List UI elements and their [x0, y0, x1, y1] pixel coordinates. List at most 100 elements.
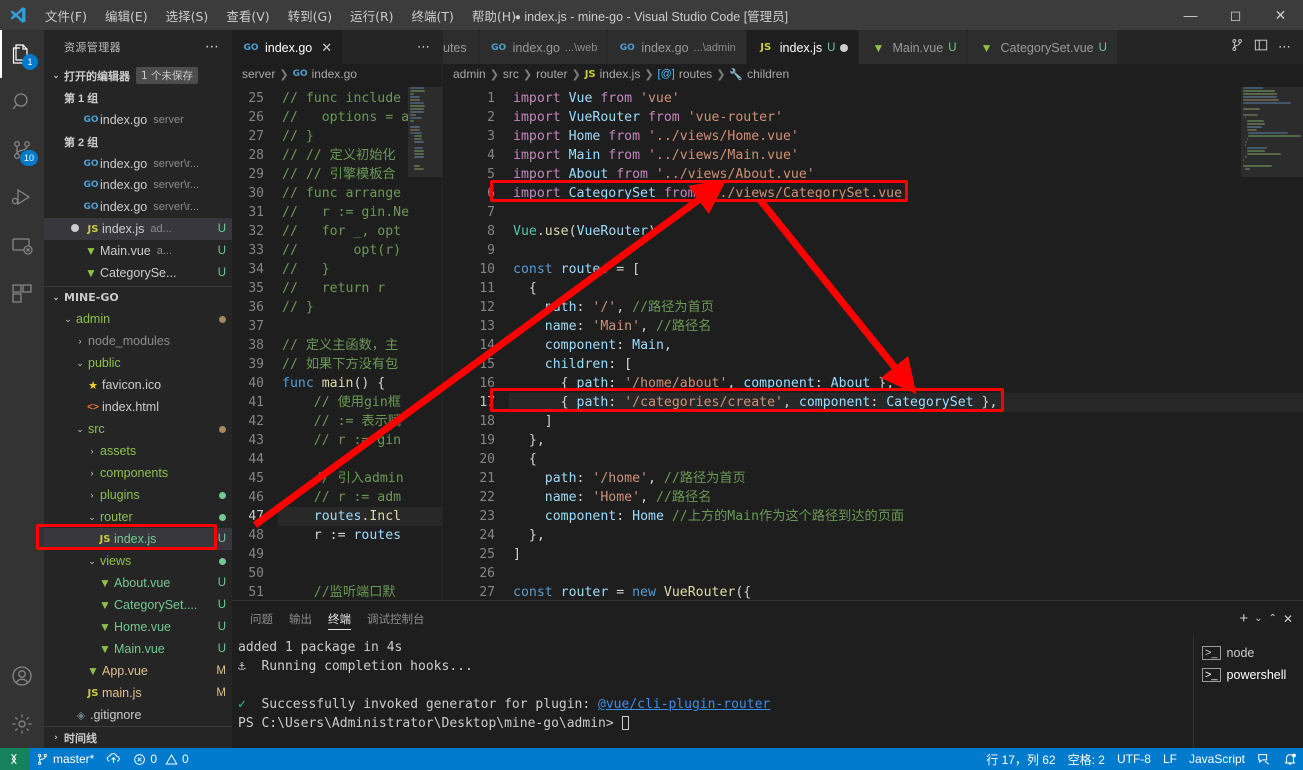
- minimap-right[interactable]: [1241, 85, 1303, 600]
- tab-index-go-web[interactable]: GO index.go ...\web: [479, 30, 609, 64]
- code-line[interactable]: {: [509, 450, 1303, 469]
- panel-tab-output[interactable]: 输出: [281, 601, 320, 636]
- tree-file-About.vue[interactable]: ▼ About.vue U: [44, 572, 232, 594]
- activity-extensions-icon[interactable]: [0, 270, 44, 318]
- code-line[interactable]: import Home from '../views/Home.vue': [509, 127, 1303, 146]
- tree-file-.gitignore[interactable]: ◈ .gitignore: [44, 704, 232, 726]
- window-controls[interactable]: — ◻ ✕: [1168, 0, 1303, 30]
- tree-folder-public[interactable]: ⌄ public: [44, 352, 232, 374]
- open-editor-item-categoryset-vue[interactable]: ▼ CategorySe... U: [44, 262, 232, 284]
- activity-search-icon[interactable]: [0, 78, 44, 126]
- status-remote-button[interactable]: [0, 748, 30, 770]
- status-cursor-position[interactable]: 行 17，列 62: [980, 748, 1061, 770]
- maximize-panel-icon[interactable]: ⌃: [1269, 613, 1277, 624]
- code-line[interactable]: [509, 564, 1303, 583]
- open-editor-item-index-js[interactable]: JS index.js ad... U: [44, 218, 232, 241]
- breadcrumb-item-children[interactable]: 🔧 children: [729, 67, 789, 81]
- panel-tab-terminal[interactable]: 终端: [320, 601, 359, 636]
- breadcrumb-item-admin[interactable]: admin: [453, 67, 486, 81]
- menu-terminal[interactable]: 终端(T): [403, 3, 463, 28]
- menu-run[interactable]: 运行(R): [341, 3, 402, 28]
- tab-index-go[interactable]: GO index.go ✕: [232, 30, 344, 64]
- code-editor-right[interactable]: 1 2 3 4 5 6 7 8 9 10 11 12 13 14 15 16 17 18 19 20 21 22 23 24 2…: [443, 85, 1303, 600]
- tree-file-index.js[interactable]: JS index.js U: [44, 528, 232, 551]
- panel-tab-problems[interactable]: 问题: [242, 601, 281, 636]
- status-indentation[interactable]: 空格: 2: [1062, 748, 1111, 770]
- tree-file-main.js[interactable]: JS main.js M: [44, 682, 232, 704]
- add-terminal-icon[interactable]: +: [1239, 610, 1248, 627]
- section-workspace[interactable]: ⌄ MINE-GO: [44, 286, 232, 308]
- tree-folder-views[interactable]: ⌄ views: [44, 550, 232, 572]
- status-problems[interactable]: 0 0: [127, 748, 194, 770]
- code-line[interactable]: {: [509, 279, 1303, 298]
- open-editors-group-2[interactable]: 第 2 组: [44, 131, 232, 153]
- tree-folder-assets[interactable]: › assets: [44, 440, 232, 462]
- minimap-slider[interactable]: [408, 86, 442, 177]
- tree-file-Home.vue[interactable]: ▼ Home.vue U: [44, 616, 232, 638]
- code-line[interactable]: const routes = [: [509, 260, 1303, 279]
- menu-edit[interactable]: 编辑(E): [96, 3, 157, 28]
- section-timeline[interactable]: › 时间线: [44, 726, 232, 748]
- code-line[interactable]: },: [509, 526, 1303, 545]
- breadcrumb-item-src[interactable]: src: [503, 67, 519, 81]
- code-line[interactable]: [509, 203, 1303, 222]
- activity-remote-explorer-icon[interactable]: [0, 222, 44, 270]
- open-editors-group-1[interactable]: 第 1 组: [44, 87, 232, 109]
- close-button[interactable]: ✕: [1258, 0, 1303, 30]
- tab-clipped[interactable]: utes: [443, 30, 480, 64]
- menu-bar[interactable]: 文件(F) 编辑(E) 选择(S) 查看(V) 转到(G) 运行(R) 终端(T…: [36, 3, 525, 28]
- open-editor-item-main-vue[interactable]: ▼ Main.vue a... U: [44, 240, 232, 262]
- code-editor-left[interactable]: 25 26 27 28 29 30 31 32 33 34 35 36 37 38 39 40 41 42 43 44…: [232, 85, 442, 600]
- status-feedback-icon[interactable]: [1251, 748, 1277, 770]
- code-line[interactable]: { path: '/categories/create', component:…: [509, 392, 1303, 412]
- code-line[interactable]: import CategorySet from '../views/Catego…: [509, 184, 1303, 203]
- code-line[interactable]: },: [509, 431, 1303, 450]
- dirty-dot-icon[interactable]: [840, 43, 849, 52]
- minimap-left[interactable]: [408, 85, 442, 600]
- code-line[interactable]: ]: [509, 412, 1303, 431]
- breadcrumb-item-router[interactable]: router: [536, 67, 567, 81]
- tree-file-CategorySet....[interactable]: ▼ CategorySet.... U: [44, 594, 232, 616]
- code-line[interactable]: name: 'Main', //路径名: [509, 317, 1303, 336]
- breadcrumb-item-routes[interactable]: [@] routes: [658, 67, 713, 81]
- menu-view[interactable]: 查看(V): [217, 3, 278, 28]
- code-line[interactable]: path: '/home', //路径为首页: [509, 469, 1303, 488]
- open-editor-item[interactable]: GO index.go server\r...: [44, 174, 232, 196]
- minimap-slider[interactable]: [1241, 86, 1303, 177]
- more-icon[interactable]: ⋯: [413, 37, 434, 57]
- open-editor-item[interactable]: GO index.go server\r...: [44, 153, 232, 175]
- code-line[interactable]: import Vue from 'vue': [509, 89, 1303, 108]
- code-line[interactable]: Vue.use(VueRouter): [509, 222, 1303, 241]
- status-branch[interactable]: master*: [30, 748, 100, 770]
- code-line[interactable]: const router = new VueRouter({: [509, 583, 1303, 600]
- tab-main-vue[interactable]: ▼ Main.vue U: [859, 30, 968, 64]
- layout-icon[interactable]: [1250, 36, 1272, 57]
- tree-folder-admin[interactable]: ⌄ admin: [44, 308, 232, 330]
- code-line[interactable]: [509, 241, 1303, 260]
- code-line[interactable]: component: Main,: [509, 336, 1303, 355]
- chevron-down-icon[interactable]: ⌄: [1254, 613, 1262, 624]
- terminal-instance-node[interactable]: >_ node: [1202, 642, 1303, 664]
- tree-folder-node_modules[interactable]: › node_modules: [44, 330, 232, 352]
- panel-tab-debug-console[interactable]: 调试控制台: [359, 601, 433, 636]
- code-line[interactable]: name: 'Home', //路径名: [509, 488, 1303, 507]
- tab-categoryset-vue[interactable]: ▼ CategorySet.vue U: [967, 30, 1118, 64]
- code-line[interactable]: { path: '/home/about', component: About …: [509, 374, 1303, 393]
- activity-explorer-icon[interactable]: 1: [0, 30, 44, 78]
- tree-file-index.html[interactable]: <> index.html: [44, 396, 232, 418]
- breadcrumb-item[interactable]: server: [242, 67, 275, 81]
- activity-accounts-icon[interactable]: [0, 652, 44, 700]
- code-line[interactable]: path: '/', //路径为首页: [509, 298, 1303, 317]
- status-language-mode[interactable]: JavaScript: [1183, 748, 1251, 770]
- menu-selection[interactable]: 选择(S): [157, 3, 218, 28]
- menu-help[interactable]: 帮助(H): [463, 3, 525, 28]
- plugin-link[interactable]: @vue/cli-plugin-router: [598, 697, 770, 712]
- breadcrumb-item-index-js[interactable]: JS index.js: [585, 67, 641, 81]
- code-line[interactable]: import Main from '../views/Main.vue': [509, 146, 1303, 165]
- menu-go[interactable]: 转到(G): [279, 3, 341, 28]
- tab-close-icon[interactable]: ✕: [321, 40, 332, 56]
- maximize-button[interactable]: ◻: [1213, 0, 1258, 30]
- breadcrumb-item[interactable]: GO index.go: [293, 67, 357, 81]
- more-icon[interactable]: ⋯: [1274, 37, 1295, 57]
- menu-file[interactable]: 文件(F): [36, 3, 96, 28]
